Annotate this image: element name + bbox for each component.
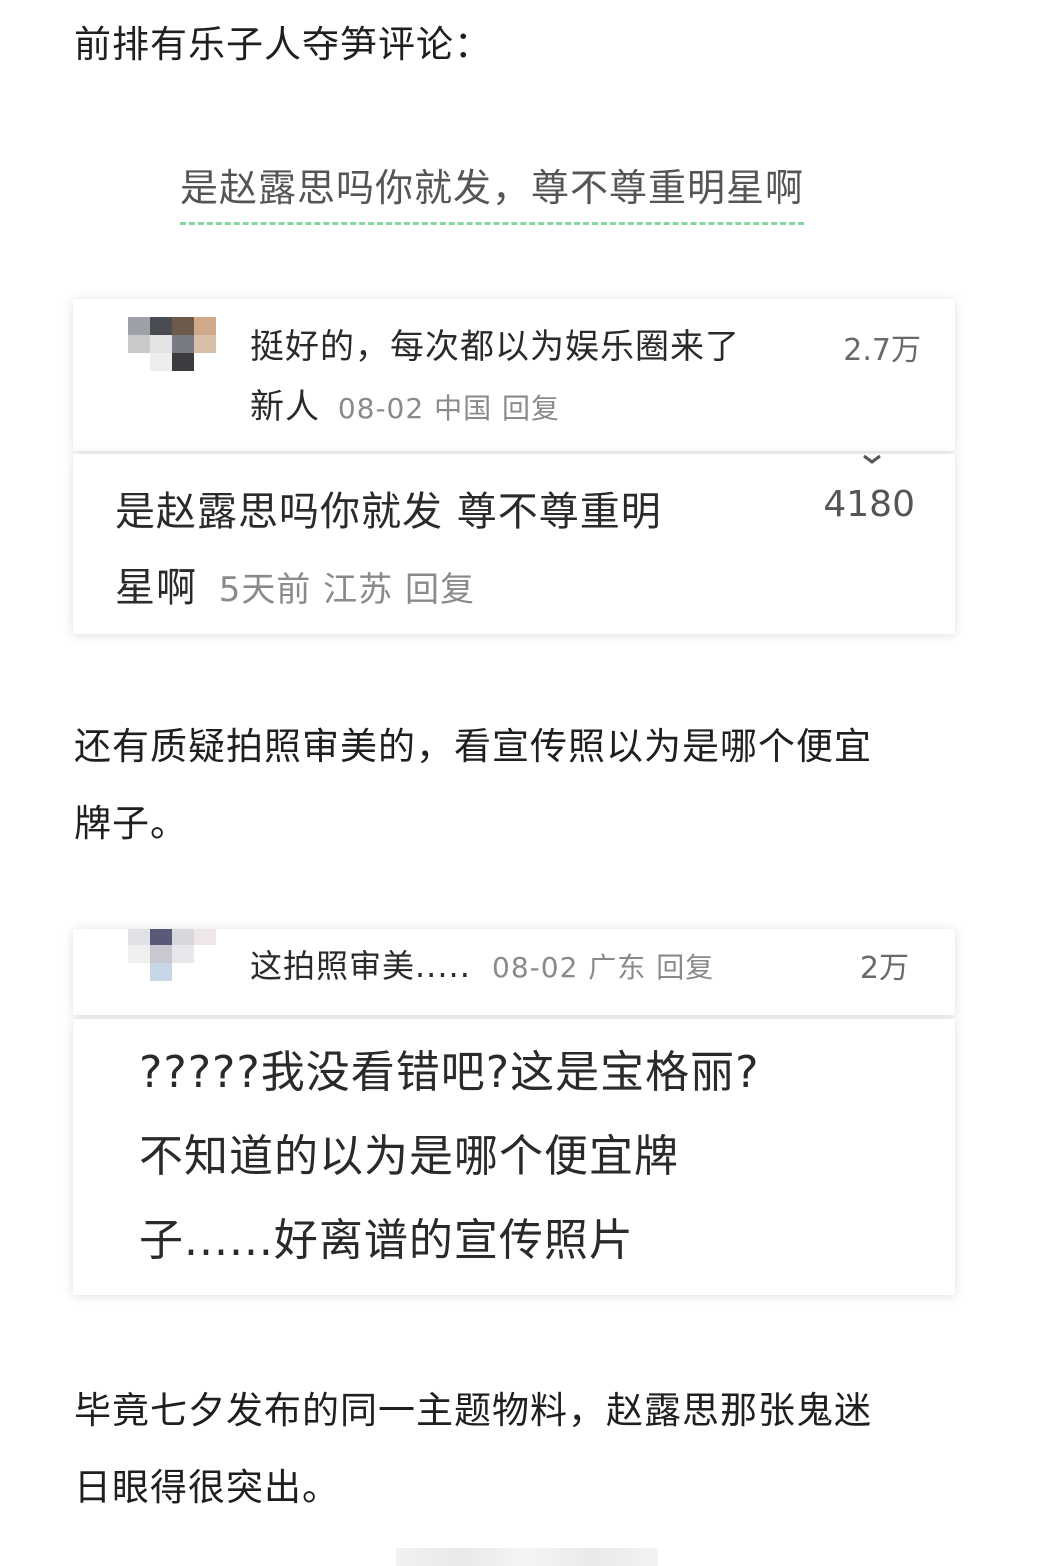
reply-text-line2: 星啊 bbox=[115, 565, 197, 611]
like-count: 4180 bbox=[823, 484, 915, 525]
reply-line1: ?????我没看错吧?这是宝格丽? bbox=[139, 1047, 760, 1098]
paragraph-3-line1: 毕竟七夕发布的同一主题物料，赵露思那张鬼迷 bbox=[74, 1389, 872, 1432]
like-count: 2万 bbox=[859, 951, 909, 986]
paragraph-2: 还有质疑拍照审美的，看宣传照以为是哪个便宜 牌子。 bbox=[74, 708, 974, 862]
reply-line2: 不知道的以为是哪个便宜牌 bbox=[139, 1131, 679, 1182]
comment-text-line1: 挺好的，每次都以为娱乐圈来了 bbox=[250, 327, 740, 367]
reply-line3: 子......好离谱的宣传照片 bbox=[139, 1215, 634, 1266]
avatar-pixelated bbox=[128, 317, 223, 373]
comment-card-parent-1: 挺好的，每次都以为娱乐圈来了 新人 08-02 中国 回复 2.7万 bbox=[73, 299, 955, 451]
comment-text-line2: 新人 bbox=[250, 387, 320, 427]
comment-card-parent-2: 这拍照审美..... 08-02 广东 回复 2万 bbox=[73, 929, 955, 1015]
paragraph-2-line2: 牌子。 bbox=[74, 802, 188, 845]
reply-meta: 5天前 江苏 回复 bbox=[218, 570, 475, 610]
chevron-down-icon bbox=[863, 454, 881, 464]
paragraph-3-line2: 日眼得很突出。 bbox=[74, 1466, 340, 1509]
comment-meta: 08-02 广东 回复 bbox=[492, 951, 715, 984]
highlighted-quote: 是赵露思吗你就发，尊不尊重明星啊 bbox=[180, 158, 805, 225]
intro-text: 前排有乐子人夺笋评论： bbox=[74, 23, 492, 66]
reply-text-line1: 是赵露思吗你就发 尊不尊重明 bbox=[115, 489, 662, 535]
comment-card-reply-2: ?????我没看错吧?这是宝格丽? 不知道的以为是哪个便宜牌 子......好离… bbox=[73, 1019, 955, 1295]
like-count: 2.7万 bbox=[843, 333, 921, 368]
paragraph-2-line1: 还有质疑拍照审美的，看宣传照以为是哪个便宜 bbox=[74, 725, 872, 768]
comment-meta: 08-02 中国 回复 bbox=[337, 392, 560, 425]
comment-text: 这拍照审美..... bbox=[250, 947, 471, 985]
avatar-pixelated bbox=[128, 929, 220, 985]
paragraph-3: 毕竟七夕发布的同一主题物料，赵露思那张鬼迷 日眼得很突出。 bbox=[74, 1372, 974, 1526]
comment-card-reply-1: 是赵露思吗你就发 尊不尊重明 星啊 5天前 江苏 回复 4180 bbox=[73, 454, 955, 634]
watermark-blur bbox=[396, 1548, 658, 1566]
